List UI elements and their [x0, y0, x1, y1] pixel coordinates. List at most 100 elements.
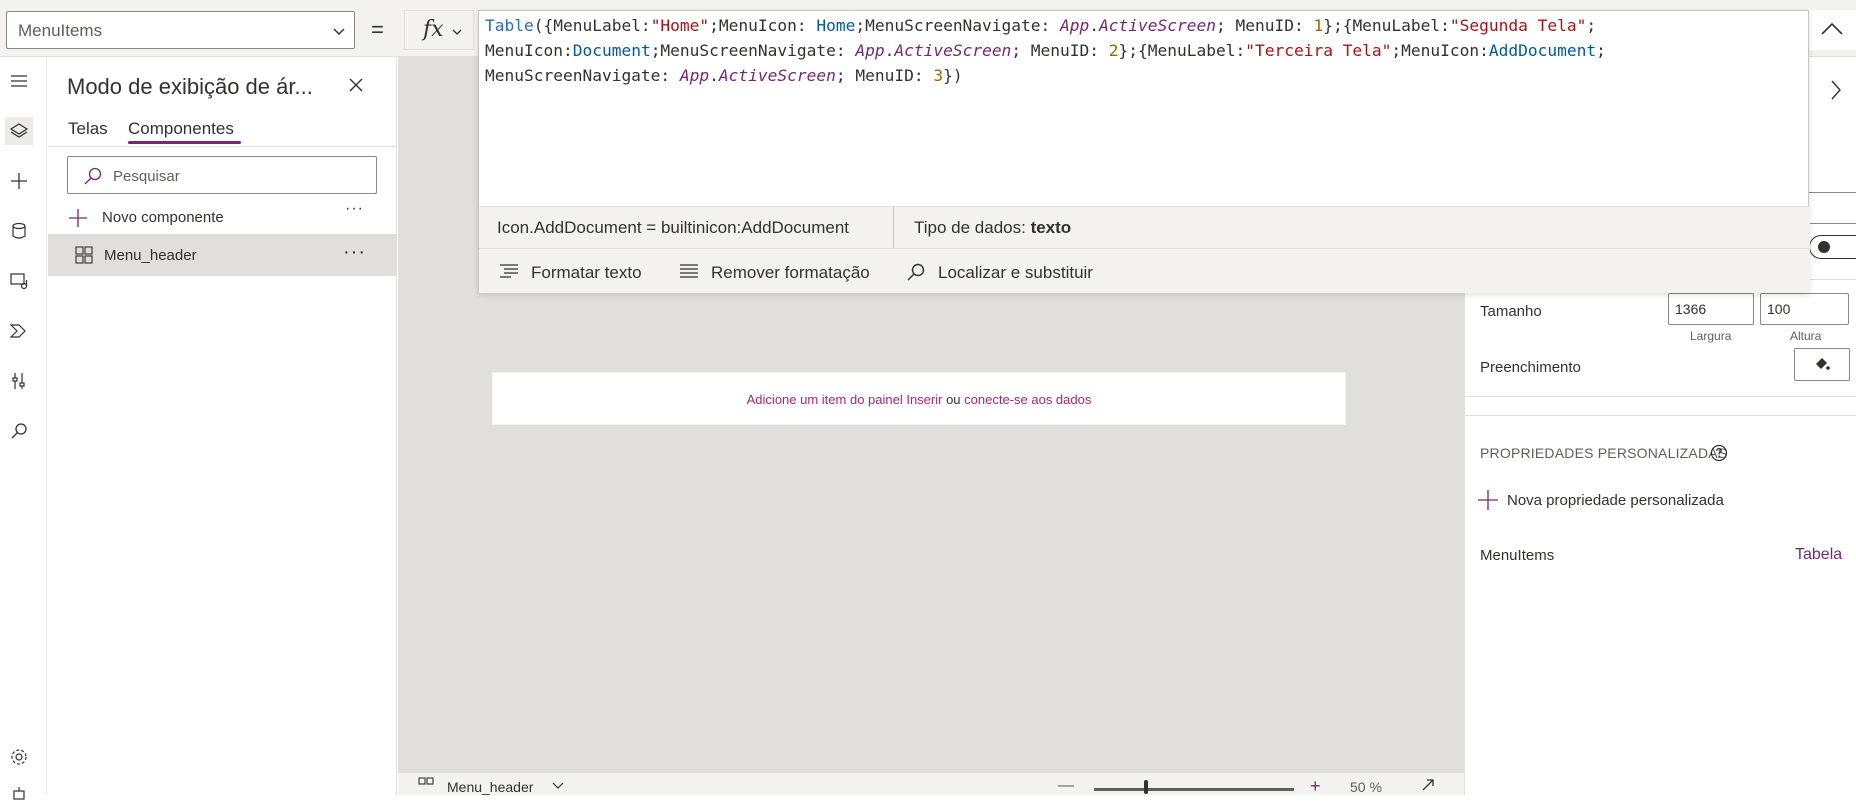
code-token: "Segunda Tela" — [1449, 16, 1587, 35]
power-automate-icon[interactable] — [5, 317, 33, 345]
property-input[interactable] — [1805, 192, 1856, 224]
width-input[interactable]: 1366 — [1668, 293, 1754, 325]
active-tab-indicator — [128, 141, 241, 144]
height-input[interactable]: 100 — [1760, 293, 1849, 325]
formula-code-editor[interactable]: Table({MenuLabel:"Home";MenuIcon: Home;M… — [485, 13, 1803, 203]
search-icon[interactable] — [5, 417, 33, 445]
search-icon — [83, 166, 103, 186]
list-item-label: Menu_header — [104, 247, 197, 264]
more-options-icon[interactable]: ··· — [345, 200, 364, 218]
plus-icon[interactable] — [5, 167, 33, 195]
fill-label: Preenchimento — [1480, 359, 1581, 376]
chevron-down-icon — [332, 24, 346, 38]
code-token: 2 — [1108, 41, 1119, 60]
code-token: AddDocument — [1488, 41, 1597, 60]
gear-icon[interactable] — [5, 743, 33, 771]
code-line: Table({MenuLabel:"Home";MenuIcon: Home;M… — [485, 13, 1803, 38]
fx-button[interactable]: fx — [404, 10, 474, 50]
database-icon[interactable] — [5, 217, 33, 245]
chevron-down-icon[interactable] — [552, 782, 564, 790]
formula-signature: Icon.AddDocument = builtinicon:AddDocume… — [497, 218, 850, 237]
panel-title: Modo de exibição de ár... — [67, 74, 313, 99]
data-type-value: texto — [1030, 218, 1072, 237]
media-icon[interactable] — [5, 267, 33, 295]
tools-icon[interactable] — [5, 367, 33, 395]
component-icon — [418, 777, 436, 791]
fill-color-button[interactable] — [1794, 348, 1850, 381]
layers-icon[interactable] — [5, 117, 33, 145]
zoom-slider-thumb[interactable] — [1144, 780, 1148, 794]
format-text-label: Formatar texto — [531, 263, 642, 282]
collapse-formula-button[interactable] — [1808, 10, 1856, 50]
canvas-placeholder: Adicione um item do painel Inserir ou co… — [492, 372, 1346, 425]
zoom-out-button[interactable]: — — [1058, 777, 1074, 795]
code-token: Document — [572, 41, 651, 60]
footer-component-name[interactable]: Menu_header — [447, 779, 533, 795]
zoom-slider[interactable] — [1094, 788, 1294, 791]
code-token: ; — [1586, 16, 1597, 35]
code-token: ;MenuScreenNavigate: — [650, 41, 856, 60]
code-token: ; MenuID: — [835, 66, 934, 85]
chevron-down-icon — [451, 26, 463, 38]
plus-icon — [68, 208, 88, 228]
code-token: }) — [943, 66, 963, 85]
virtual-agent-icon[interactable] — [5, 779, 33, 807]
menuitems-property-value[interactable]: Tabela — [1795, 546, 1842, 564]
find-replace-label: Localizar e substituir — [938, 263, 1093, 282]
code-token: MenuScreenNavigate: — [485, 66, 680, 85]
close-icon[interactable] — [348, 77, 364, 93]
menuitems-property-label: MenuItems — [1480, 547, 1555, 564]
chevron-right-icon[interactable] — [1829, 79, 1843, 101]
code-token: . — [884, 41, 895, 60]
formula-info-bar: Icon.AddDocument = builtinicon:AddDocume… — [479, 206, 1810, 249]
new-component-label: Novo componente — [102, 209, 224, 226]
divider — [1465, 415, 1856, 416]
code-token: ; — [1596, 41, 1606, 60]
tree-view-panel: Modo de exibição de ár... Telas Componen… — [48, 57, 397, 795]
code-token: MenuIcon: — [485, 41, 573, 60]
expand-icon[interactable] — [1420, 777, 1436, 793]
custom-properties-heading: PROPRIEDADES PERSONALIZADAS — [1480, 445, 1728, 461]
toggle-knob — [1818, 241, 1830, 253]
toggle-switch[interactable] — [1809, 235, 1856, 259]
search-placeholder: Pesquisar — [113, 168, 180, 185]
canvas-footer: Menu_header — + 50 % — [398, 772, 1464, 797]
code-token: ;MenuIcon: — [1391, 41, 1489, 60]
plus-icon — [1477, 489, 1499, 511]
paint-bucket-icon — [1813, 355, 1831, 373]
divider — [48, 146, 397, 147]
code-token: ; MenuID: — [1215, 16, 1314, 35]
fx-icon: fx — [423, 17, 444, 42]
code-token: ;MenuIcon: — [709, 16, 817, 35]
code-token: ;MenuScreenNavigate: — [855, 16, 1061, 35]
search-input[interactable]: Pesquisar — [67, 156, 377, 194]
more-options-icon[interactable]: ··· — [343, 241, 366, 264]
code-token: };{MenuLabel: — [1323, 16, 1450, 35]
formula-editor: Table({MenuLabel:"Home";MenuIcon: Home;M… — [478, 10, 1810, 293]
zoom-percent: 50 % — [1350, 779, 1382, 795]
property-dropdown[interactable]: MenuItems — [6, 11, 355, 49]
divider — [1465, 396, 1856, 397]
property-dropdown-value: MenuItems — [18, 21, 103, 40]
code-token: "Home" — [650, 16, 710, 35]
hamburger-icon[interactable] — [5, 67, 33, 95]
code-token: Home — [816, 16, 856, 35]
format-text-icon — [499, 262, 519, 280]
code-token: App — [679, 66, 710, 85]
code-token: ({MenuLabel: — [533, 16, 651, 35]
code-token: 1 — [1313, 16, 1324, 35]
code-token: App — [1060, 16, 1090, 35]
data-type: Tipo de dados: texto — [914, 218, 1071, 238]
list-item[interactable]: Menu_header ··· — [48, 234, 397, 276]
connect-data-link[interactable]: conecte-se aos dados — [964, 392, 1091, 407]
equals-sign: = — [371, 17, 384, 42]
code-token: ; MenuID: — [1011, 41, 1109, 60]
insert-panel-link[interactable]: Adicione um item do painel Inserir — [747, 392, 943, 407]
tab-telas[interactable]: Telas — [68, 119, 108, 139]
tab-componentes[interactable]: Componentes — [128, 119, 234, 139]
formula-toolbar: Formatar texto Remover formatação Locali… — [479, 248, 1810, 293]
zoom-in-button[interactable]: + — [1310, 776, 1321, 797]
code-token: Table — [485, 16, 534, 35]
help-icon[interactable] — [1710, 444, 1728, 462]
code-token: ActiveScreen — [894, 41, 1012, 60]
